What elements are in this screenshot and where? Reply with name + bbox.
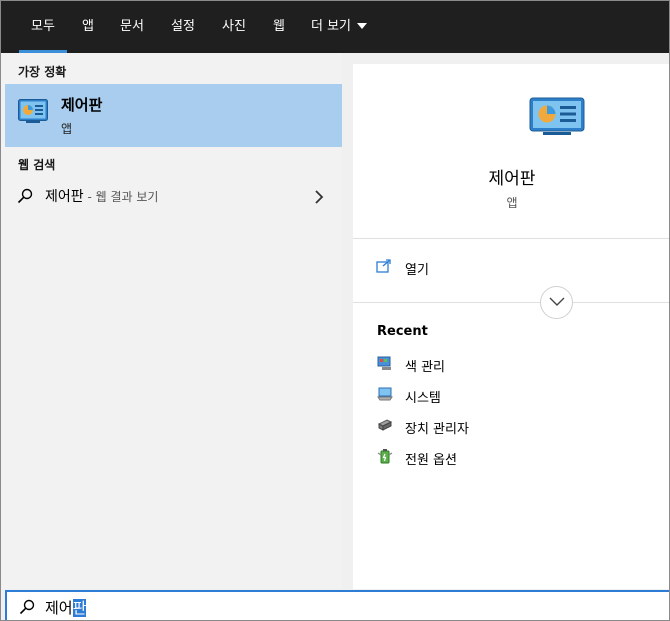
caret-down-icon <box>357 22 367 29</box>
tab-apps-label: 앱 <box>82 19 94 34</box>
filter-tab-bar: 모두 앱 문서 설정 사진 웹 더 보기 <box>1 1 669 53</box>
web-search-text: 제어판 - 웹 결과 보기 <box>45 186 158 206</box>
recent-item-label: 시스템 <box>405 391 441 406</box>
tab-all[interactable]: 모두 <box>19 1 67 53</box>
recent-heading: Recent <box>377 324 428 339</box>
detail-app-name: 제어판 <box>488 169 536 189</box>
detail-app-type: 앱 <box>506 196 518 210</box>
tab-photos[interactable]: 사진 <box>213 1 255 53</box>
control-panel-icon <box>18 99 48 123</box>
recent-item-color-management[interactable]: 색 관리 <box>353 351 669 379</box>
device-manager-icon <box>377 417 393 433</box>
best-match-heading: 가장 정확 <box>18 65 67 79</box>
best-match-name: 제어판 <box>61 96 103 114</box>
divider <box>353 302 669 303</box>
tab-more[interactable]: 더 보기 <box>303 1 375 53</box>
open-label: 열기 <box>405 263 429 278</box>
tab-web-label: 웹 <box>273 19 285 34</box>
expand-button[interactable] <box>540 286 573 319</box>
color-management-icon <box>377 355 393 371</box>
best-match-result[interactable]: 제어판 앱 <box>5 84 342 147</box>
recent-item-label: 전원 옵션 <box>405 453 457 468</box>
start-search-window: 모두 앱 문서 설정 사진 웹 더 보기 가장 정확 제어판 앱 웹 검색 제어… <box>0 0 670 621</box>
open-action[interactable]: 열기 <box>353 249 669 285</box>
tab-more-label: 더 보기 <box>310 19 351 34</box>
open-icon <box>376 258 392 273</box>
recent-item-label: 색 관리 <box>405 360 446 375</box>
search-icon <box>17 188 33 204</box>
tab-web[interactable]: 웹 <box>264 1 294 53</box>
web-search-suffix: - 웹 결과 보기 <box>83 190 159 204</box>
tab-all-label: 모두 <box>31 19 55 34</box>
chevron-down-icon <box>549 297 565 306</box>
search-icon <box>19 599 35 615</box>
tab-settings[interactable]: 설정 <box>162 1 204 53</box>
system-icon <box>377 386 393 402</box>
tab-apps[interactable]: 앱 <box>73 1 103 53</box>
tab-documents-label: 문서 <box>120 19 144 34</box>
search-selected-text: 판 <box>72 599 87 617</box>
search-input[interactable]: 제어판 <box>45 597 87 618</box>
power-options-icon <box>377 448 393 464</box>
recent-item-system[interactable]: 시스템 <box>353 382 669 410</box>
chevron-right-icon <box>313 189 325 204</box>
recent-item-label: 장치 관리자 <box>405 422 469 437</box>
web-search-heading: 웹 검색 <box>18 158 56 172</box>
recent-item-device-manager[interactable]: 장치 관리자 <box>353 413 669 441</box>
web-search-query: 제어판 <box>45 189 84 205</box>
search-typed-text: 제어 <box>45 599 73 617</box>
tab-photos-label: 사진 <box>222 19 246 34</box>
search-box[interactable]: 제어판 <box>5 590 669 620</box>
detail-pane: 제어판 앱 열기 Recent 색 관리 시스템 장치 관리자 전원 옵션 <box>353 64 669 589</box>
web-search-result[interactable]: 제어판 - 웹 결과 보기 <box>5 180 342 212</box>
results-pane: 가장 정확 제어판 앱 웹 검색 제어판 - 웹 결과 보기 <box>1 53 342 589</box>
best-match-type: 앱 <box>61 122 73 136</box>
tab-settings-label: 설정 <box>171 19 195 34</box>
control-panel-large-icon <box>529 97 585 137</box>
recent-item-power-options[interactable]: 전원 옵션 <box>353 444 669 472</box>
divider <box>353 238 669 239</box>
tab-documents[interactable]: 문서 <box>111 1 153 53</box>
